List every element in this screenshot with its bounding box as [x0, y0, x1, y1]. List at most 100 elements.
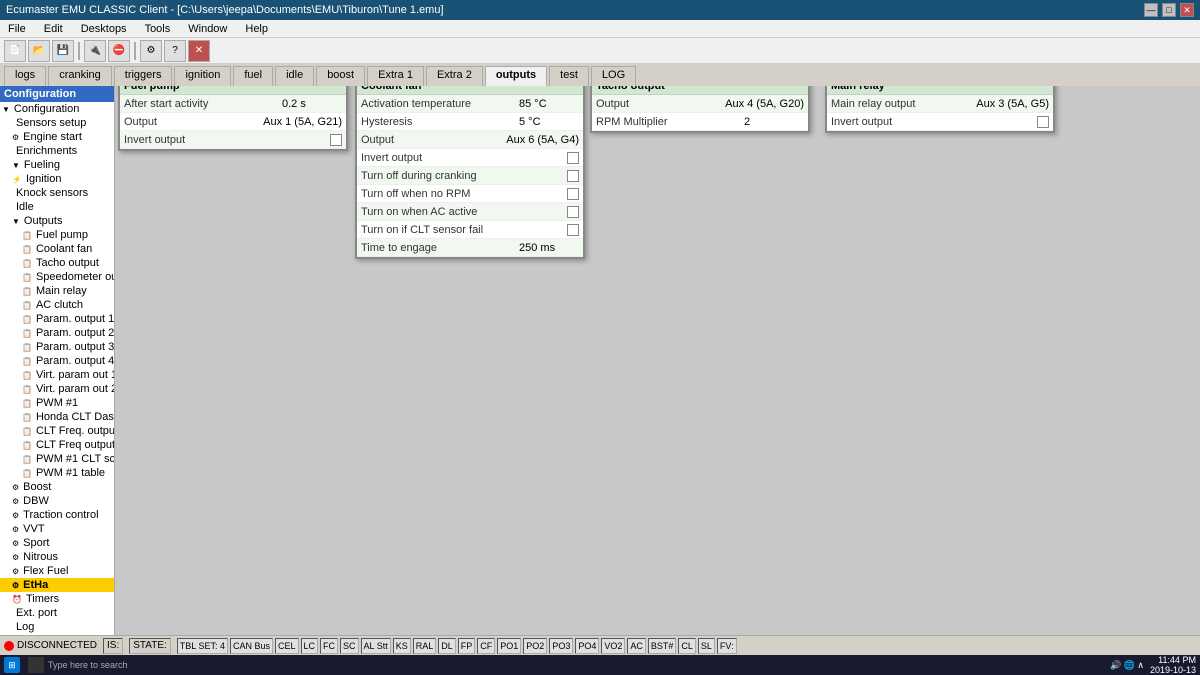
menu-help[interactable]: Help [241, 22, 272, 36]
window-tacho-output: Outputs - Tacho output _ □ ✕ 💾 📂 ?Tacho … [590, 86, 810, 133]
sidebar-item-virt--param-out-2[interactable]: 📋Virt. param out 2 [0, 382, 114, 396]
tab-ignition[interactable]: ignition [174, 66, 231, 86]
tab-test[interactable]: test [549, 66, 589, 86]
sidebar-item-param--output-1[interactable]: 📋Param. output 1 [0, 312, 114, 326]
menu-tools[interactable]: Tools [141, 22, 175, 36]
toolbar-settings[interactable]: ⚙ [140, 40, 162, 62]
sidebar-item-pwm-#1[interactable]: 📋PWM #1 [0, 396, 114, 410]
sidebar-item-honda-clt-dash[interactable]: 📋Honda CLT Dash [0, 410, 114, 424]
sidebar-item-sensors-setup[interactable]: Sensors setup [0, 116, 114, 130]
row-label: Invert output [361, 152, 567, 164]
sidebar-item-timers[interactable]: ⏰Timers [0, 592, 114, 606]
sidebar-item-enrichments[interactable]: Enrichments [0, 144, 114, 158]
sidebar-item-sport[interactable]: ⚙Sport [0, 536, 114, 550]
row-checkbox[interactable] [567, 188, 579, 200]
tab-cranking[interactable]: cranking [48, 66, 112, 86]
sidebar-item-configuration[interactable]: ▼Configuration [0, 102, 114, 116]
menu-bar: File Edit Desktops Tools Window Help [0, 20, 1200, 38]
sidebar-item-engine-start[interactable]: ⚙Engine start [0, 130, 114, 144]
sidebar-item-ac-clutch[interactable]: 📋AC clutch [0, 298, 114, 312]
data-row: Turn on when AC active [357, 203, 583, 221]
restore-button[interactable]: □ [1162, 3, 1176, 17]
toolbar-new[interactable]: 📄 [4, 40, 26, 62]
sidebar-item-fueling[interactable]: ▼Fueling [0, 158, 114, 172]
minimize-button[interactable]: — [1144, 3, 1158, 17]
toolbar-open[interactable]: 📂 [28, 40, 50, 62]
tab-fuel[interactable]: fuel [233, 66, 273, 86]
row-label: Invert output [831, 116, 1037, 128]
row-checkbox[interactable] [567, 206, 579, 218]
status-indicator: CF [477, 638, 495, 654]
sidebar-item-ignition[interactable]: ⚡Ignition [0, 172, 114, 186]
close-button[interactable]: ✕ [1180, 3, 1194, 17]
sidebar-item-ext--port[interactable]: Ext. port [0, 606, 114, 620]
toolbar-help[interactable]: ? [164, 40, 186, 62]
row-checkbox[interactable] [330, 134, 342, 146]
row-checkbox[interactable] [1037, 116, 1049, 128]
sidebar-item-param--output-2[interactable]: 📋Param. output 2 [0, 326, 114, 340]
tab-bar: logscrankingtriggersignitionfuelidleboos… [0, 64, 1200, 86]
sidebar-item-vvt[interactable]: ⚙VVT [0, 522, 114, 536]
sidebar-item-log[interactable]: Log [0, 620, 114, 634]
tab-idle[interactable]: idle [275, 66, 314, 86]
sidebar-item-knock-sensors[interactable]: Knock sensors [0, 186, 114, 200]
indicators-bar: TBL SET: 4CAN BusCELLCFCSCAL SttKSRALDLF… [177, 638, 1196, 654]
menu-desktops[interactable]: Desktops [77, 22, 131, 36]
row-label: RPM Multiplier [596, 116, 744, 128]
sidebar-item-param--output-3[interactable]: 📋Param. output 3 [0, 340, 114, 354]
sidebar-item-pwm-#1-clt-scale[interactable]: 📋PWM #1 CLT scale [0, 452, 114, 466]
sidebar-item-pwm-#1-table[interactable]: 📋PWM #1 table [0, 466, 114, 480]
data-row: Main relay outputAux 3 (5A, G5) [827, 95, 1053, 113]
sidebar-item-virt--param-out-1[interactable]: 📋Virt. param out 1 [0, 368, 114, 382]
sidebar-item-boost[interactable]: ⚙Boost [0, 480, 114, 494]
row-value: 2 [744, 116, 804, 128]
toolbar-save[interactable]: 💾 [52, 40, 74, 62]
tab-triggers[interactable]: triggers [114, 66, 173, 86]
sidebar-item-clt-freq--output[interactable]: 📋CLT Freq. output [0, 424, 114, 438]
sidebar-item-etha[interactable]: ⚙EtHa [0, 578, 114, 592]
sidebar-item-flex-fuel[interactable]: ⚙Flex Fuel [0, 564, 114, 578]
status-indicator: KS [393, 638, 411, 654]
sidebar-item-idle[interactable]: Idle [0, 200, 114, 214]
sidebar-item-traction-control[interactable]: ⚙Traction control [0, 508, 114, 522]
sidebar-title: Configuration [0, 86, 114, 102]
row-checkbox[interactable] [567, 152, 579, 164]
toolbar-connect[interactable]: 🔌 [84, 40, 106, 62]
sidebar-item-dbw[interactable]: ⚙DBW [0, 494, 114, 508]
sidebar-item-speedometer-out[interactable]: 📋Speedometer out [0, 270, 114, 284]
sidebar-item-coolant-fan[interactable]: 📋Coolant fan [0, 242, 114, 256]
title-controls[interactable]: — □ ✕ [1144, 3, 1194, 17]
sidebar-item-outputs[interactable]: ▼Outputs [0, 214, 114, 228]
menu-file[interactable]: File [4, 22, 30, 36]
taskbar-time: 11:44 PM [1150, 655, 1196, 665]
window-content: Main relayMain relay outputAux 3 (5A, G5… [827, 86, 1053, 131]
sidebar-item-tacho-output[interactable]: 📋Tacho output [0, 256, 114, 270]
section-header: Coolant fan [357, 86, 583, 95]
data-row: OutputAux 6 (5A, G4) [357, 131, 583, 149]
sidebar-item-fuel-pump[interactable]: 📋Fuel pump [0, 228, 114, 242]
row-label: Turn off when no RPM [361, 188, 567, 200]
sidebar-item-main-relay[interactable]: 📋Main relay [0, 284, 114, 298]
row-label: After start activity [124, 98, 282, 110]
tab-extra-2[interactable]: Extra 2 [426, 66, 483, 86]
sidebar-item-nitrous[interactable]: ⚙Nitrous [0, 550, 114, 564]
row-label: Main relay output [831, 98, 976, 110]
start-button[interactable]: ⊞ [4, 657, 20, 673]
tab-log[interactable]: LOG [591, 66, 636, 86]
tab-logs[interactable]: logs [4, 66, 46, 86]
row-checkbox[interactable] [567, 170, 579, 182]
row-checkbox[interactable] [567, 224, 579, 236]
sidebar-item-param--output-4[interactable]: 📋Param. output 4 [0, 354, 114, 368]
taskbar-search[interactable] [28, 657, 44, 673]
toolbar-close[interactable]: ✕ [188, 40, 210, 62]
tab-outputs[interactable]: outputs [485, 66, 547, 86]
status-bar: DISCONNECTED IS: STATE: TBL SET: 4CAN Bu… [0, 635, 1200, 655]
toolbar-disconnect[interactable]: ⛔ [108, 40, 130, 62]
menu-window[interactable]: Window [184, 22, 231, 36]
title-bar: Ecumaster EMU CLASSIC Client - [C:\Users… [0, 0, 1200, 20]
data-row: After start activity0.2 s [120, 95, 346, 113]
tab-boost[interactable]: boost [316, 66, 365, 86]
menu-edit[interactable]: Edit [40, 22, 67, 36]
tab-extra-1[interactable]: Extra 1 [367, 66, 424, 86]
sidebar-item-clt-freq-output[interactable]: 📋CLT Freq output [0, 438, 114, 452]
